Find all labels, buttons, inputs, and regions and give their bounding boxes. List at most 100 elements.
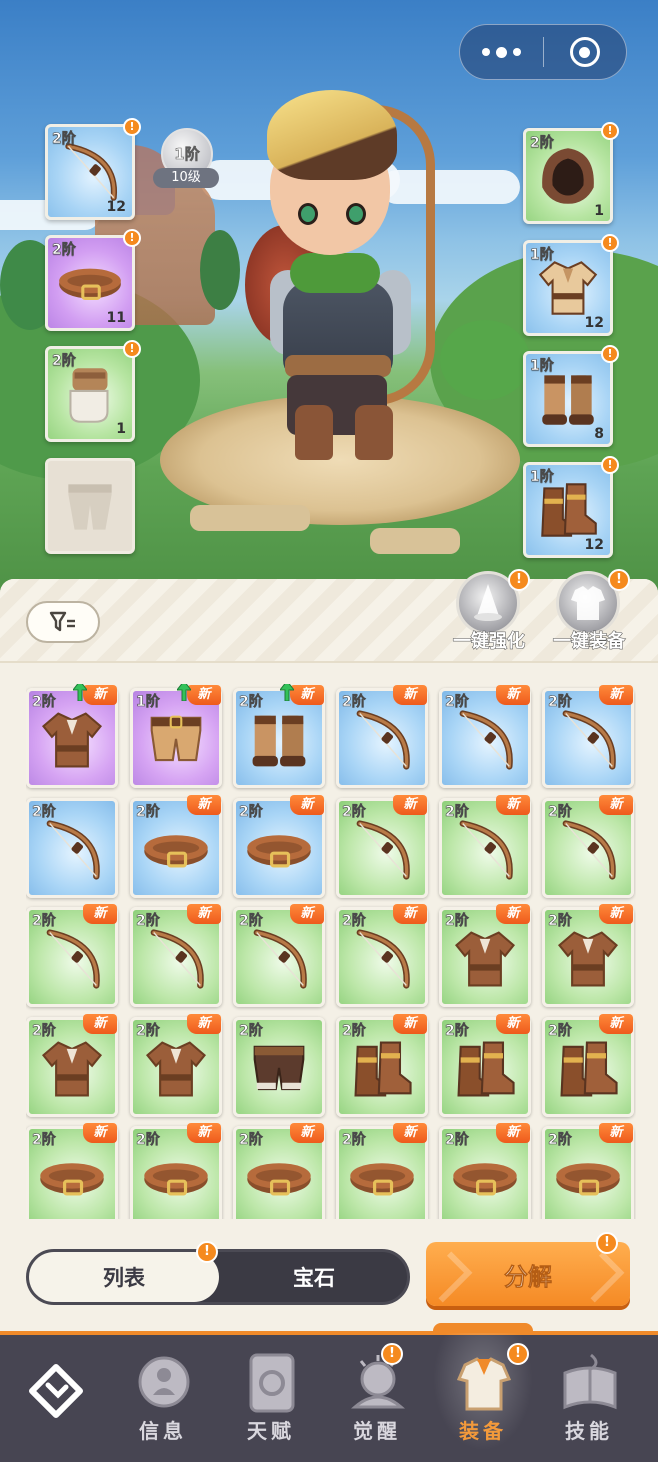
inventory-item[interactable]: 2阶 新	[439, 1014, 531, 1117]
belt-icon	[35, 1141, 109, 1219]
item-tier: 2阶	[32, 1132, 56, 1149]
jacket-icon	[35, 703, 109, 781]
nav-item-skill-book[interactable]: 技能	[539, 1335, 639, 1462]
inventory-item[interactable]: 2阶 新	[439, 795, 531, 898]
nav-item-awaken[interactable]: 觉醒!	[327, 1335, 427, 1462]
inventory-item[interactable]: 2阶 新	[542, 904, 634, 1007]
item-tier: 2阶	[342, 1132, 366, 1149]
new-badge: 新	[290, 795, 324, 815]
inventory-item[interactable]: 2阶 新	[336, 685, 428, 788]
inventory-item[interactable]: 2阶 新	[26, 1123, 118, 1219]
equip-all-button[interactable]: 一键装备 !	[544, 569, 634, 659]
alert-badge: !	[608, 569, 630, 591]
enhance-all-button[interactable]: 一键强化 !	[444, 569, 534, 659]
equip-slot-hood[interactable]: 2阶 1!	[523, 122, 619, 224]
slot-level: 1	[116, 421, 126, 437]
info-icon	[138, 1356, 190, 1408]
inventory-item[interactable]: 2阶 新	[336, 795, 428, 898]
boots-icon	[345, 1032, 419, 1110]
inventory-item[interactable]: 2阶 新	[542, 1123, 634, 1219]
equip-slot-bow[interactable]: 2阶 12!	[45, 118, 141, 220]
inventory-item[interactable]: 2阶	[233, 1017, 325, 1117]
jacket-icon	[139, 1032, 213, 1110]
alert-badge: !	[507, 1343, 529, 1365]
inventory-item[interactable]: 2阶 新	[336, 904, 428, 1007]
nav-label: 技能	[565, 1419, 613, 1443]
item-tier: 2阶	[32, 913, 56, 930]
slot-level: 8	[594, 426, 604, 442]
inventory-item[interactable]: 2阶 新	[26, 684, 118, 788]
nav-item-equipment[interactable]: 装备!	[433, 1323, 533, 1462]
item-tier: 2阶	[239, 694, 263, 711]
inventory-item[interactable]: 2阶 新	[439, 1123, 531, 1219]
new-badge: 新	[496, 904, 530, 924]
inventory-item[interactable]: 2阶 新	[233, 904, 325, 1007]
new-badge: 新	[393, 795, 427, 815]
equip-slot-greaves[interactable]: 1阶 8!	[523, 345, 619, 447]
new-badge: 新	[496, 685, 530, 705]
item-tier: 2阶	[548, 804, 572, 821]
tab-gems[interactable]: 宝石	[219, 1252, 407, 1302]
inventory-item[interactable]: 2阶 新	[336, 1123, 428, 1219]
inventory-item[interactable]: 2阶 新	[233, 795, 325, 898]
filter-button[interactable]	[26, 601, 100, 643]
mini-program-capsule	[459, 24, 627, 80]
item-tier: 2阶	[548, 1132, 572, 1149]
new-badge: 新	[187, 1123, 221, 1143]
inventory-item[interactable]: 2阶 新	[542, 685, 634, 788]
equip-slot-gloves[interactable]: 2阶 1!	[45, 340, 141, 442]
belt-icon	[345, 1141, 419, 1219]
inventory-item[interactable]: 2阶	[26, 798, 118, 898]
slot-level: 11	[106, 310, 126, 326]
bow-icon	[345, 813, 419, 891]
inventory-item[interactable]: 2阶 新	[130, 1014, 222, 1117]
inventory-item[interactable]: 2阶 新	[233, 684, 325, 788]
inventory-item[interactable]: 2阶 新	[26, 904, 118, 1007]
equip-slot-shirt[interactable]: 1阶 12!	[523, 234, 619, 336]
item-tier: 2阶	[445, 694, 469, 711]
item-tier: 2阶	[445, 804, 469, 821]
new-badge: 新	[599, 685, 633, 705]
alert-badge: !	[596, 1232, 618, 1254]
inventory-item[interactable]: 2阶 新	[439, 685, 531, 788]
bow-icon	[345, 922, 419, 1000]
equip-slot-pants-placeholder[interactable]	[45, 458, 135, 554]
item-tier: 2阶	[32, 694, 56, 711]
equipment-panel: 一键强化 ! 一键装备 ! 2阶新 1阶新 2阶 新 2阶 新 2阶 新 2阶 …	[0, 569, 658, 1331]
jacket-icon	[448, 922, 522, 1000]
belt-icon	[242, 813, 316, 891]
nav-item-info[interactable]: 信息	[113, 1335, 213, 1462]
item-tier: 1阶	[136, 694, 160, 711]
inventory-item[interactable]: 2阶 新	[542, 795, 634, 898]
new-badge: 新	[393, 1014, 427, 1034]
platform-stone	[370, 528, 460, 554]
inventory-item[interactable]: 2阶 新	[130, 1123, 222, 1219]
slot-tier: 1阶	[530, 358, 554, 375]
equip-slot-belt[interactable]: 2阶 11!	[45, 229, 141, 331]
inventory-grid[interactable]: 2阶新 1阶新 2阶新 2阶 新 2阶 新 2阶 新 2阶 2阶 新 2阶 新 …	[26, 684, 636, 1219]
view-toggle: 列表 宝石	[26, 1249, 410, 1305]
inventory-item[interactable]: 2阶 新	[130, 904, 222, 1007]
nav-item-talent[interactable]: 天赋	[221, 1335, 321, 1462]
alert-badge: !	[601, 456, 619, 474]
inventory-item[interactable]: 2阶 新	[130, 795, 222, 898]
alert-badge: !	[123, 118, 141, 136]
alert-badge: !	[508, 569, 530, 591]
target-close-icon[interactable]	[544, 24, 627, 80]
equip-slot-boots[interactable]: 1阶 12!	[523, 456, 619, 558]
more-dots-icon[interactable]	[460, 24, 543, 80]
inventory-item[interactable]: 2阶 新	[233, 1123, 325, 1219]
bow-icon	[551, 703, 625, 781]
inventory-item[interactable]: 2阶 新	[439, 904, 531, 1007]
slot-tier: 2阶	[52, 353, 76, 370]
inventory-item[interactable]: 2阶 新	[336, 1014, 428, 1117]
slot-tier: 1阶	[530, 247, 554, 264]
item-tier: 2阶	[445, 1023, 469, 1040]
platform-stone	[190, 505, 310, 531]
inventory-item[interactable]: 2阶 新	[26, 1014, 118, 1117]
inventory-item[interactable]: 1阶 新	[130, 684, 222, 788]
game-logo-icon[interactable]	[28, 1363, 84, 1419]
inventory-item[interactable]: 2阶 新	[542, 1014, 634, 1117]
tab-list[interactable]: 列表	[29, 1252, 219, 1302]
belt-icon	[242, 1141, 316, 1219]
